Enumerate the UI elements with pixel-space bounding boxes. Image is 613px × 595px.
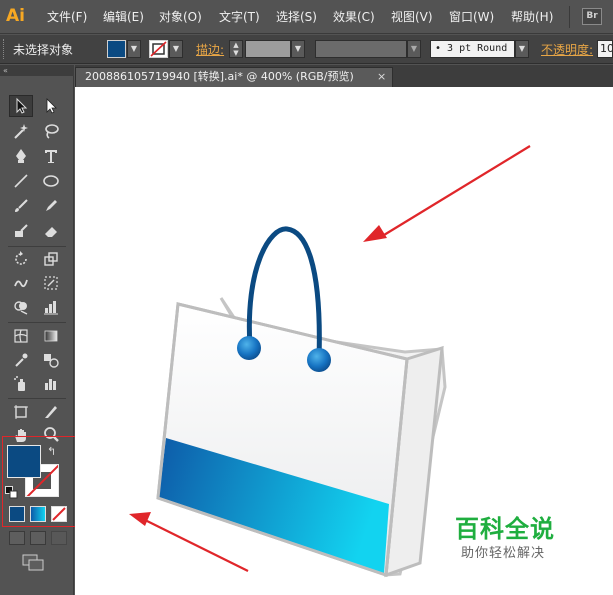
free-transform-icon[interactable] bbox=[39, 272, 63, 294]
stroke-weight-input[interactable] bbox=[245, 40, 291, 58]
menu-separator bbox=[569, 6, 570, 28]
selection-tool-icon[interactable] bbox=[9, 95, 33, 117]
variable-width-chevron-down-icon[interactable]: ▼ bbox=[407, 40, 421, 58]
stroke-weight-chevron-down-icon[interactable]: ▼ bbox=[291, 40, 305, 58]
draw-normal-icon[interactable] bbox=[9, 531, 25, 545]
menu-edit[interactable]: 编辑(E) bbox=[103, 8, 144, 25]
selection-status: 未选择对象 bbox=[13, 43, 74, 57]
paintbrush-icon[interactable] bbox=[9, 195, 33, 217]
rotate-tool-icon[interactable] bbox=[9, 248, 33, 270]
bag-left-ring bbox=[237, 336, 261, 360]
close-icon[interactable]: × bbox=[377, 68, 386, 86]
menu-view[interactable]: 视图(V) bbox=[391, 8, 433, 25]
app-logo: Ai bbox=[6, 6, 25, 26]
watermark-subtitle: 助你轻松解决 bbox=[461, 546, 546, 561]
watermark-badge: 百科全说 助你轻松解决 bbox=[436, 495, 592, 570]
artboard-canvas[interactable]: 百科全说 助你轻松解决 bbox=[75, 87, 613, 595]
tools-panel-header[interactable]: « bbox=[0, 65, 74, 76]
ellipse-tool-icon[interactable] bbox=[39, 170, 63, 192]
shape-builder-icon[interactable] bbox=[9, 296, 33, 318]
document-tab-title: 200886105719940 [转换].ai* @ 400% (RGB/预览) bbox=[85, 70, 354, 83]
none-icon bbox=[52, 507, 66, 521]
bridge-button[interactable]: Br bbox=[582, 8, 602, 25]
symbol-sprayer-icon[interactable] bbox=[9, 373, 33, 395]
fill-color-swatch[interactable] bbox=[107, 40, 126, 58]
none-mode-button[interactable] bbox=[51, 506, 67, 522]
lasso-icon[interactable] bbox=[39, 120, 63, 142]
blend-tool-icon[interactable] bbox=[39, 349, 63, 371]
slice-tool-icon[interactable] bbox=[39, 401, 63, 423]
gradient-mode-button[interactable] bbox=[30, 506, 46, 522]
eraser-icon[interactable] bbox=[39, 220, 63, 242]
direct-selection-tool-icon[interactable] bbox=[39, 95, 63, 117]
eyedropper-icon[interactable] bbox=[9, 349, 33, 371]
red-arrow-top bbox=[383, 145, 531, 236]
red-arrow-bottom bbox=[142, 518, 249, 572]
draw-inside-icon[interactable] bbox=[51, 531, 67, 545]
mesh-tool-icon[interactable] bbox=[9, 325, 33, 347]
watermark-title: 百科全说 bbox=[455, 515, 555, 543]
fill-dropdown-chevron-down-icon[interactable]: ▼ bbox=[127, 40, 141, 58]
menu-help[interactable]: 帮助(H) bbox=[511, 8, 553, 25]
control-bar: 未选择对象 ▼ ▼ 描边: ▲ ▼ ▼ ▼ • 3 pt Round ▼ 不透明度… bbox=[0, 35, 613, 64]
stroke-weight-stepper[interactable]: ▲ ▼ bbox=[229, 40, 243, 58]
menu-type[interactable]: 文字(T) bbox=[219, 8, 260, 25]
screen-mode-icon[interactable] bbox=[22, 554, 46, 572]
swap-fill-stroke-icon[interactable]: ↰ bbox=[47, 445, 56, 458]
artboard-tool-icon[interactable] bbox=[9, 401, 33, 423]
brush-chevron-down-icon[interactable]: ▼ bbox=[515, 40, 529, 58]
column-graph-icon[interactable] bbox=[39, 373, 63, 395]
line-tool-icon[interactable] bbox=[9, 170, 33, 192]
opacity-input[interactable]: 10 bbox=[597, 40, 613, 58]
menu-effect[interactable]: 效果(C) bbox=[333, 8, 375, 25]
graph-tool-icon[interactable] bbox=[39, 296, 63, 318]
gradient-tool-icon[interactable] bbox=[39, 325, 63, 347]
stroke-color-swatch[interactable] bbox=[149, 40, 168, 58]
pencil-icon[interactable] bbox=[39, 195, 63, 217]
draw-behind-icon[interactable] bbox=[30, 531, 46, 545]
magic-wand-icon[interactable] bbox=[9, 120, 33, 142]
document-tab-bar: 200886105719940 [转换].ai* @ 400% (RGB/预览)… bbox=[75, 65, 613, 87]
default-colors-icon[interactable] bbox=[5, 486, 18, 499]
type-tool-icon[interactable] bbox=[39, 145, 63, 167]
stroke-dropdown-chevron-down-icon[interactable]: ▼ bbox=[169, 40, 183, 58]
document-tab[interactable]: 200886105719940 [转换].ai* @ 400% (RGB/预览)… bbox=[75, 67, 393, 87]
menu-file[interactable]: 文件(F) bbox=[47, 8, 87, 25]
brush-definition-select[interactable]: • 3 pt Round bbox=[430, 40, 515, 58]
control-bar-grip[interactable] bbox=[3, 39, 5, 59]
pen-tool-icon[interactable] bbox=[9, 145, 33, 167]
opacity-label[interactable]: 不透明度: bbox=[541, 41, 593, 58]
tools-panel: « ↰ bbox=[0, 65, 93, 595]
color-mode-button[interactable] bbox=[9, 506, 25, 522]
scale-tool-icon[interactable] bbox=[39, 248, 63, 270]
menu-window[interactable]: 窗口(W) bbox=[449, 8, 494, 25]
blob-brush-icon[interactable] bbox=[9, 220, 33, 242]
warp-tool-icon[interactable] bbox=[9, 272, 33, 294]
menu-bar: Ai 文件(F) 编辑(E) 对象(O) 文字(T) 选择(S) 效果(C) 视… bbox=[0, 0, 613, 34]
fill-indicator[interactable] bbox=[7, 445, 41, 478]
stroke-label[interactable]: 描边: bbox=[196, 41, 224, 58]
menu-select[interactable]: 选择(S) bbox=[276, 8, 317, 25]
none-stroke-icon bbox=[150, 41, 167, 57]
menu-object[interactable]: 对象(O) bbox=[159, 8, 202, 25]
variable-width-profile-select[interactable] bbox=[315, 40, 407, 58]
bag-right-ring bbox=[307, 348, 331, 372]
